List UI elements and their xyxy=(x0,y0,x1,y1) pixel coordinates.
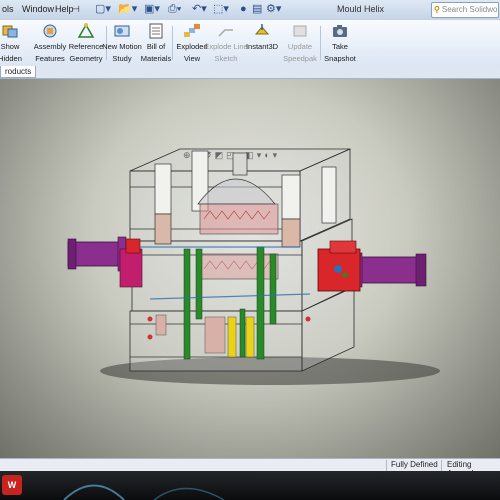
mold-assembly-model[interactable] xyxy=(0,79,500,458)
update-speedpak-button[interactable]: Update Speedpak xyxy=(278,22,322,64)
file-properties-icon[interactable]: ▤ xyxy=(252,2,262,17)
motion-study-icon xyxy=(114,25,130,37)
explode-line-icon xyxy=(218,29,233,37)
status-bar: Fully Defined Editing Assemb xyxy=(0,458,500,478)
start-button[interactable]: W xyxy=(2,475,22,495)
new-document-icon[interactable]: ▢▾ xyxy=(95,2,111,17)
search-icon: ⚲ xyxy=(434,5,440,14)
menu-window[interactable]: Window xyxy=(22,4,54,14)
print-icon[interactable]: ⎙▾ xyxy=(168,2,181,17)
menu-pin-icon[interactable]: ⊣ xyxy=(72,4,80,15)
exploded-view-icon xyxy=(184,24,200,37)
select-icon[interactable]: ⬚▾ xyxy=(213,2,229,17)
undo-icon[interactable]: ↶▾ xyxy=(192,2,207,17)
reference-geometry-icon xyxy=(77,23,95,38)
options-icon[interactable]: ⚙▾ xyxy=(266,2,281,17)
command-manager-tabs: roducts xyxy=(0,66,500,79)
status-definition: Fully Defined xyxy=(391,460,438,469)
speedpak-icon xyxy=(293,25,307,37)
os-taskbar: W xyxy=(0,471,500,500)
rebuild-icon[interactable]: ● xyxy=(240,2,247,17)
take-snapshot-button[interactable]: Take Snapshot xyxy=(318,22,362,64)
graphics-viewport[interactable]: ⊕⊞↺◩◰▾◧▾◐▾ xyxy=(0,79,500,458)
show-hidden-icon xyxy=(2,25,18,38)
assembly-features-icon xyxy=(43,24,57,38)
instant3d-icon xyxy=(254,24,270,35)
menu-tools[interactable]: ols xyxy=(2,4,14,14)
menu-help[interactable]: Help xyxy=(55,4,74,14)
save-icon[interactable]: ▣▾ xyxy=(144,2,160,17)
tab-products[interactable]: roducts xyxy=(0,66,37,78)
status-divider xyxy=(441,460,442,471)
document-title: Mould Helix xyxy=(337,4,385,14)
search-input[interactable]: ⚲ Search Solidwo xyxy=(431,2,499,18)
command-ribbon: Show Hidden Components Assembly Features… xyxy=(0,20,500,75)
open-icon[interactable]: 📂▾ xyxy=(118,2,137,17)
bom-icon xyxy=(149,23,163,39)
title-bar: ols Window Help ⊣ ▢▾ 📂▾ ▣▾ ⎙▾ ↶▾ ⬚▾ ● ▤ … xyxy=(0,0,500,21)
desktop-wallpaper-strip xyxy=(63,484,225,500)
search-placeholder: Search Solidwo xyxy=(441,5,498,14)
snapshot-icon xyxy=(333,25,347,37)
status-divider xyxy=(386,460,387,471)
